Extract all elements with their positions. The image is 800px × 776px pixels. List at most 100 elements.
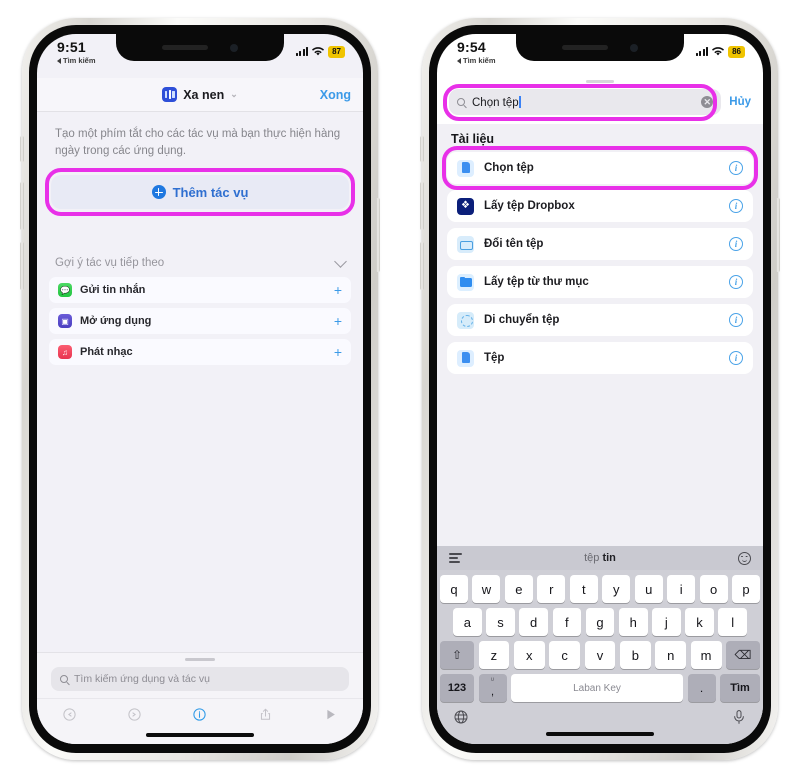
comma-key-main: , (490, 686, 495, 698)
info-icon[interactable]: i (729, 313, 743, 327)
keyboard-suggestion[interactable]: tệp tin (584, 552, 616, 564)
key-d[interactable]: d (519, 608, 548, 636)
key-e[interactable]: e (504, 575, 533, 603)
key-u[interactable]: u (634, 575, 663, 603)
home-indicator[interactable] (146, 733, 254, 737)
key-b[interactable]: b (619, 641, 651, 669)
shortcut-title-group[interactable]: Xa nen ⌄ (162, 87, 238, 102)
search-go-key[interactable]: Tìm (720, 674, 760, 702)
list-item[interactable]: Lấy tệp từ thư mục i (447, 266, 753, 298)
globe-icon[interactable] (453, 709, 469, 725)
redo-icon[interactable] (127, 707, 142, 722)
key-i[interactable]: i (667, 575, 696, 603)
numbers-key[interactable]: 123 (440, 674, 474, 702)
status-back-link[interactable]: Tìm kiếm (57, 56, 96, 65)
music-icon: ♫ (58, 345, 72, 360)
info-icon[interactable]: i (729, 275, 743, 289)
key-c[interactable]: c (549, 641, 581, 669)
key-r[interactable]: r (537, 575, 566, 603)
comma-key[interactable]: ʋ , (478, 674, 507, 702)
silent-switch[interactable] (20, 136, 24, 162)
home-indicator[interactable] (546, 732, 654, 736)
open-app-icon: ▣ (58, 314, 72, 329)
status-time: 9:51 (57, 39, 86, 55)
key-s[interactable]: s (486, 608, 515, 636)
backspace-icon[interactable]: ⌫ (726, 641, 761, 669)
list-item[interactable]: ❖ Lấy tệp Dropbox i (447, 190, 753, 222)
period-key[interactable]: . (687, 674, 716, 702)
search-icon (60, 675, 68, 683)
info-icon[interactable]: i (729, 161, 743, 175)
search-icon (457, 98, 465, 106)
key-m[interactable]: m (690, 641, 722, 669)
list-icon[interactable] (449, 553, 462, 563)
shortcut-description: Tạo một phím tắt cho các tác vụ mà bạn t… (55, 128, 341, 157)
key-o[interactable]: o (699, 575, 728, 603)
list-item[interactable]: ▣ Mở ứng dụng + (49, 308, 351, 335)
key-w[interactable]: w (472, 575, 501, 603)
cellular-signal-icon (695, 47, 709, 57)
key-n[interactable]: n (655, 641, 687, 669)
done-button[interactable]: Xong (320, 88, 351, 102)
key-v[interactable]: v (584, 641, 616, 669)
key-q[interactable]: q (439, 575, 468, 603)
sheet-grabber[interactable] (185, 658, 215, 661)
silent-switch[interactable] (420, 136, 424, 162)
microphone-icon[interactable] (731, 709, 747, 725)
list-item[interactable]: Đổi tên tệp i (447, 228, 753, 260)
cancel-button[interactable]: Hủy (729, 96, 751, 108)
suggestions-header-row[interactable]: Gợi ý tác vụ tiếp theo (37, 254, 363, 269)
volume-up-button[interactable] (420, 182, 424, 230)
key-x[interactable]: x (513, 641, 545, 669)
volume-down-button[interactable] (420, 242, 424, 290)
key-j[interactable]: j (652, 608, 681, 636)
list-item[interactable]: Di chuyển tệp i (447, 304, 753, 336)
add-icon[interactable]: + (334, 345, 342, 359)
power-button[interactable] (376, 198, 380, 272)
earpiece-speaker (162, 45, 208, 50)
add-action-button[interactable]: Thêm tác vụ (51, 175, 349, 210)
key-t[interactable]: t (569, 575, 598, 603)
list-item[interactable]: ♫ Phát nhạc + (49, 339, 351, 366)
key-z[interactable]: z (478, 641, 510, 669)
key-y[interactable]: y (602, 575, 631, 603)
add-icon[interactable]: + (334, 283, 342, 297)
undo-icon[interactable] (62, 707, 77, 722)
key-k[interactable]: k (685, 608, 714, 636)
key-a[interactable]: a (452, 608, 482, 636)
info-icon[interactable]: i (729, 199, 743, 213)
left-phone-screen: 9:51 Tìm kiếm 87 Xa nen ⌄ Xong Tạo một p… (37, 34, 363, 744)
search-input[interactable]: Chọn tệp ✕ (449, 89, 722, 115)
list-item[interactable]: 💬 Gửi tin nhắn + (49, 277, 351, 304)
search-input[interactable]: Tìm kiếm ứng dụng và tác vụ (51, 667, 349, 691)
keyboard-row-1: q w e r t y u i o p (437, 575, 763, 603)
left-phone-slot: 9:51 Tìm kiếm 87 Xa nen ⌄ Xong Tạo một p… (0, 0, 400, 776)
list-item-label: Phát nhạc (80, 346, 133, 359)
status-left: 9:54 Tìm kiếm (457, 39, 496, 65)
search-placeholder: Tìm kiếm ứng dụng và tác vụ (74, 673, 211, 685)
info-icon[interactable]: i (729, 237, 743, 251)
list-item[interactable]: Chọn tệp i (442, 146, 758, 190)
volume-up-button[interactable] (20, 182, 24, 230)
volume-down-button[interactable] (20, 242, 24, 290)
play-icon[interactable] (323, 707, 338, 722)
info-icon[interactable]: i (729, 351, 743, 365)
key-f[interactable]: f (552, 608, 582, 636)
emoji-icon[interactable] (738, 551, 751, 565)
key-l[interactable]: l (718, 608, 748, 636)
space-key[interactable]: Laban Key (511, 674, 683, 702)
status-back-link[interactable]: Tìm kiếm (457, 56, 496, 65)
shift-icon[interactable]: ⇧ (440, 641, 474, 669)
chevron-down-icon[interactable] (334, 254, 347, 268)
list-item[interactable]: Tệp i (447, 342, 753, 374)
add-icon[interactable]: + (334, 314, 342, 328)
chevron-down-icon[interactable]: ⌄ (230, 89, 238, 100)
move-file-icon (457, 311, 474, 329)
share-icon[interactable] (258, 707, 273, 722)
key-h[interactable]: h (618, 608, 648, 636)
power-button[interactable] (776, 198, 780, 272)
info-icon[interactable] (192, 707, 207, 722)
clear-circle-icon[interactable]: ✕ (701, 96, 714, 108)
key-p[interactable]: p (732, 575, 761, 603)
key-g[interactable]: g (585, 608, 615, 636)
